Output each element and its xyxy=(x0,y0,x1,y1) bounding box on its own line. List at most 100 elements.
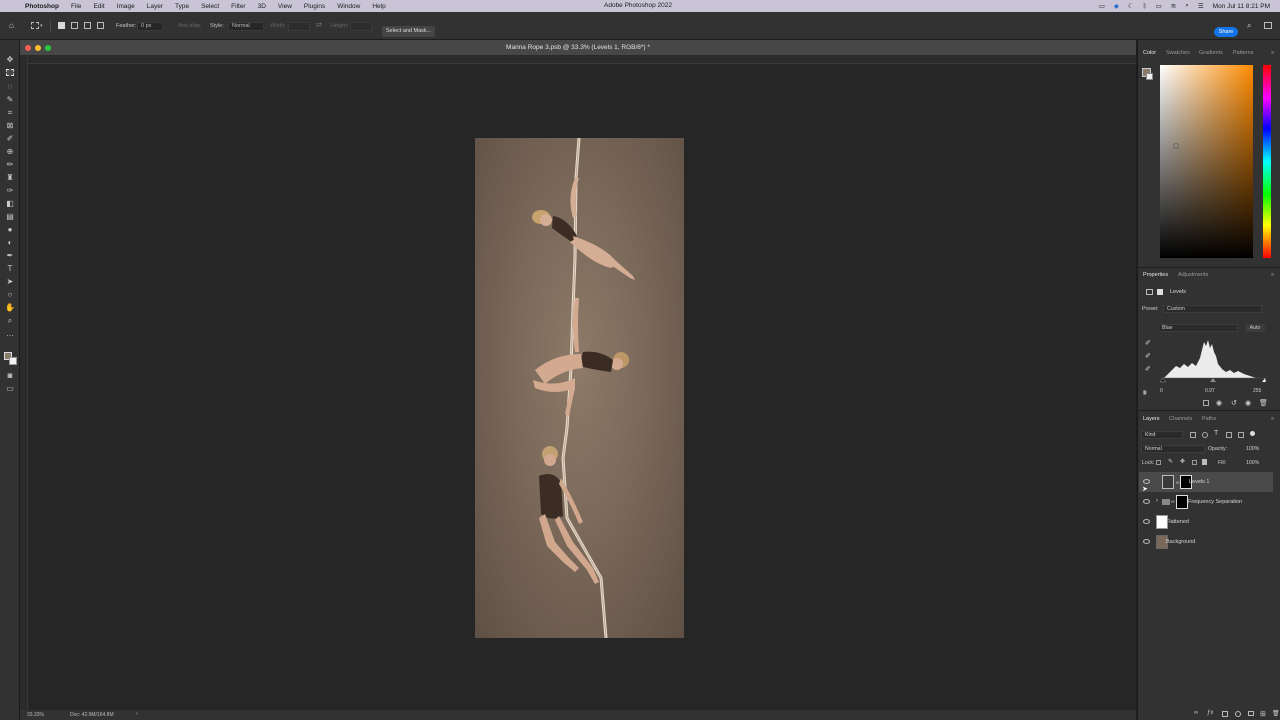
filter-shape-icon[interactable] xyxy=(1226,432,1232,438)
frame-tool-icon[interactable]: ⊠ xyxy=(5,121,15,130)
move-tool-icon[interactable]: ✥ xyxy=(5,55,15,64)
filter-adjustment-icon[interactable] xyxy=(1202,432,1208,438)
document-image[interactable] xyxy=(475,136,684,640)
subtract-selection-icon[interactable] xyxy=(84,22,91,29)
search-icon[interactable]: ⌕ xyxy=(1247,21,1251,31)
style-select[interactable]: Normal xyxy=(228,22,264,31)
opacity-input[interactable]: 100% xyxy=(1246,446,1259,452)
swap-dimensions-icon[interactable]: ⇄ xyxy=(316,21,322,29)
blur-tool-icon[interactable]: ● xyxy=(5,225,15,234)
visibility-toggle-icon[interactable]: ◉ xyxy=(1245,399,1251,407)
preset-select[interactable]: Custom xyxy=(1163,305,1262,313)
filter-type-icon[interactable]: T xyxy=(1214,430,1218,437)
clip-to-layer-icon[interactable] xyxy=(1203,400,1209,406)
filter-toggle-icon[interactable] xyxy=(1250,431,1255,436)
height-input[interactable] xyxy=(350,22,372,31)
crop-tool-icon[interactable]: ⌗ xyxy=(5,108,15,117)
feather-input[interactable]: 0 px xyxy=(137,22,163,31)
new-selection-icon[interactable] xyxy=(58,22,65,29)
lock-image-icon[interactable]: ✎ xyxy=(1168,458,1173,465)
color-picker-cursor[interactable] xyxy=(1173,143,1179,149)
layer-mask-icon[interactable] xyxy=(1157,289,1163,295)
calculate-histogram-icon[interactable]: ⩩ xyxy=(1143,390,1147,398)
lock-artboard-icon[interactable] xyxy=(1192,460,1197,465)
layer-name[interactable]: Background xyxy=(1166,539,1195,545)
chevron-right-icon[interactable]: › xyxy=(1156,498,1158,504)
new-layer-icon[interactable]: ⊞ xyxy=(1260,710,1266,718)
color-background-swatch[interactable] xyxy=(1146,73,1153,80)
menu-edit[interactable]: Edit xyxy=(87,3,110,10)
select-and-mask-button[interactable]: Select and Mask... xyxy=(382,26,436,37)
document-size-info[interactable]: Doc: 42.9M/164.8M xyxy=(70,712,114,718)
chevron-right-icon[interactable]: › xyxy=(136,711,138,717)
screen-record-icon[interactable]: ▭ xyxy=(1099,2,1105,10)
zoom-tool-icon[interactable]: ⌕ xyxy=(5,316,15,325)
input-white-value[interactable]: 255 xyxy=(1253,388,1261,394)
layer-name[interactable]: Levels 1 xyxy=(1189,479,1210,485)
healing-brush-tool-icon[interactable]: ⊕ xyxy=(5,147,15,156)
eyedropper-tool-icon[interactable]: ✐ xyxy=(5,134,15,143)
delete-layer-icon[interactable]: 🗑 xyxy=(1272,710,1280,717)
layer-name[interactable]: Flattened xyxy=(1166,519,1189,525)
background-color-swatch[interactable] xyxy=(9,357,17,365)
layer-row-frequency-separation[interactable]: › ∞ Frequency Separation xyxy=(1139,492,1273,512)
lock-all-icon[interactable] xyxy=(1202,459,1207,465)
gradient-tool-icon[interactable]: ▤ xyxy=(5,212,15,221)
screen-mode-icon[interactable]: ▭ xyxy=(5,384,15,393)
intersect-selection-icon[interactable] xyxy=(97,22,104,29)
pen-tool-icon[interactable]: ✒ xyxy=(5,251,15,260)
lock-transparent-icon[interactable] xyxy=(1156,460,1161,465)
tab-patterns[interactable]: Patterns xyxy=(1233,50,1253,56)
hand-tool-icon[interactable]: ✋ xyxy=(5,303,15,312)
bluetooth-icon[interactable]: ᛒ xyxy=(1143,3,1147,10)
eye-icon[interactable] xyxy=(1143,479,1150,484)
workspace-icon[interactable] xyxy=(1264,22,1272,29)
chevron-down-icon[interactable]: ▾ xyxy=(40,23,43,29)
lock-position-icon[interactable]: ✥ xyxy=(1180,458,1185,465)
menu-3d[interactable]: 3D xyxy=(252,3,272,10)
add-selection-icon[interactable] xyxy=(71,22,78,29)
vertical-ruler[interactable] xyxy=(20,56,28,710)
chain-link-icon[interactable]: ∞ xyxy=(1171,499,1175,505)
color-picker-field[interactable] xyxy=(1160,65,1253,258)
delete-adjustment-icon[interactable]: 🗑 xyxy=(1259,399,1268,407)
filter-smart-object-icon[interactable] xyxy=(1238,432,1244,438)
menu-select[interactable]: Select xyxy=(195,3,225,10)
tab-layers[interactable]: Layers xyxy=(1143,416,1160,422)
eye-icon[interactable] xyxy=(1143,539,1150,544)
eye-icon[interactable] xyxy=(1143,519,1150,524)
clone-stamp-tool-icon[interactable]: ♜ xyxy=(5,173,15,182)
hue-slider[interactable] xyxy=(1263,65,1271,258)
tab-swatches[interactable]: Swatches xyxy=(1166,50,1190,56)
filter-pixel-icon[interactable] xyxy=(1190,432,1196,438)
menu-filter[interactable]: Filter xyxy=(225,3,251,10)
panel-menu-icon[interactable]: ≡ xyxy=(1271,50,1274,56)
document-tab[interactable]: Marina Rope 3.psb @ 33.3% (Levels 1, RGB… xyxy=(20,40,1136,56)
tab-gradients[interactable]: Gradients xyxy=(1199,50,1223,56)
width-input[interactable] xyxy=(288,22,310,31)
layer-row-background[interactable]: Background xyxy=(1139,532,1273,552)
auto-button[interactable]: Auto xyxy=(1245,324,1265,332)
spotlight-search-icon[interactable]: ⌕ xyxy=(1185,2,1189,10)
blend-mode-select[interactable]: Normal xyxy=(1141,445,1205,453)
menu-layer[interactable]: Layer xyxy=(141,3,169,10)
layer-row-levels-1[interactable]: ➤ ∞ Levels 1 xyxy=(1139,472,1273,493)
menu-window[interactable]: Window xyxy=(331,3,366,10)
gray-point-eyedropper-icon[interactable]: ✐ xyxy=(1145,352,1151,360)
home-icon[interactable]: ⌂ xyxy=(9,21,14,30)
menu-file[interactable]: File xyxy=(65,3,87,10)
horizontal-ruler[interactable] xyxy=(28,56,1136,64)
menubar-clock[interactable]: Mon Jul 11 8:21 PM xyxy=(1213,3,1270,10)
fill-input[interactable]: 100% xyxy=(1246,460,1259,466)
dropbox-icon[interactable]: ◆ xyxy=(1114,2,1119,10)
tab-channels[interactable]: Channels xyxy=(1169,416,1192,422)
battery-icon[interactable]: ▭ xyxy=(1156,2,1162,10)
input-gamma-value[interactable]: 0.97 xyxy=(1205,388,1215,394)
antialias-checkbox[interactable]: Anti-alias xyxy=(178,23,201,29)
menu-plugins[interactable]: Plugins xyxy=(298,3,331,10)
lasso-tool-icon[interactable]: ◌ xyxy=(5,82,15,91)
tab-color[interactable]: Color xyxy=(1143,50,1156,56)
wifi-icon[interactable]: ≋ xyxy=(1171,2,1176,10)
reset-icon[interactable]: ↺ xyxy=(1231,399,1237,407)
add-mask-icon[interactable] xyxy=(1222,711,1228,717)
